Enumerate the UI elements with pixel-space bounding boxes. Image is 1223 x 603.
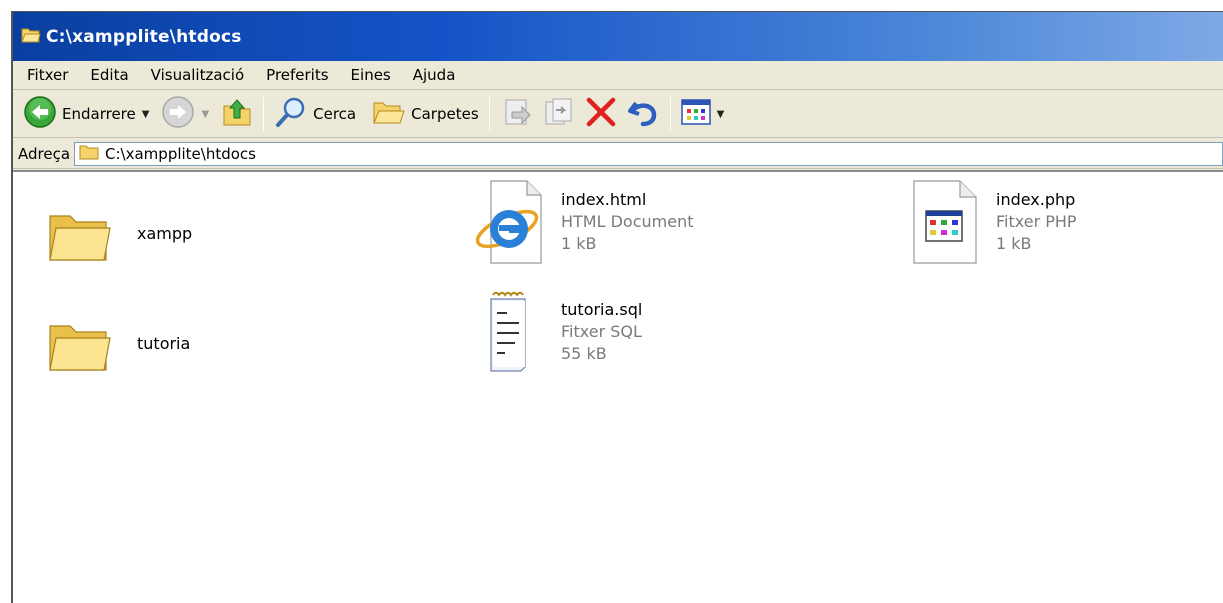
menu-help[interactable]: Ajuda xyxy=(413,66,456,84)
toolbar-separator xyxy=(263,97,265,131)
item-name: xampp xyxy=(137,224,193,243)
up-folder-icon xyxy=(221,96,253,132)
item-size: 1 kB xyxy=(561,234,597,253)
menu-view[interactable]: Visualització xyxy=(151,66,245,84)
item-type: Fitxer PHP xyxy=(996,212,1077,231)
item-name: tutoria xyxy=(137,334,191,353)
title-bar[interactable]: C:\xampplite\htdocs xyxy=(13,12,1223,61)
forward-arrow-icon xyxy=(161,95,195,133)
views-icon xyxy=(680,99,711,129)
forward-dropdown-icon[interactable]: ▼ xyxy=(201,109,209,120)
menu-tools[interactable]: Eines xyxy=(351,66,391,84)
up-folder-button[interactable] xyxy=(217,94,257,134)
list-item[interactable]: xampp xyxy=(39,194,192,274)
copy-to-icon xyxy=(542,96,576,132)
html-document-icon xyxy=(469,180,549,264)
menu-edit[interactable]: Edita xyxy=(90,66,128,84)
window-title: C:\xampplite\htdocs xyxy=(46,26,242,47)
folders-button[interactable]: Carpetes xyxy=(368,94,483,134)
back-button[interactable]: Endarrere ▼ xyxy=(19,94,157,134)
address-label: Adreça xyxy=(18,144,71,163)
undo-button[interactable] xyxy=(622,94,664,134)
search-label: Cerca xyxy=(313,105,357,123)
item-size: 55 kB xyxy=(561,344,607,363)
folders-icon xyxy=(372,97,406,131)
toolbar-separator xyxy=(488,97,490,131)
item-text: tutoria.sql Fitxer SQL 55 kB xyxy=(561,299,642,365)
forward-button[interactable]: ▼ xyxy=(157,94,217,134)
item-text: index.html HTML Document 1 kB xyxy=(561,189,694,255)
folders-label: Carpetes xyxy=(411,105,479,123)
address-value: C:\xampplite\htdocs xyxy=(105,144,256,163)
file-list-pane[interactable]: xampp index.html HTML Document 1 kB inde… xyxy=(13,170,1223,603)
item-text: index.php Fitxer PHP 1 kB xyxy=(996,189,1077,255)
delete-x-icon xyxy=(584,95,618,133)
toolbar-separator xyxy=(669,97,671,131)
item-size: 1 kB xyxy=(996,234,1032,253)
search-button[interactable]: Cerca xyxy=(270,94,360,134)
back-arrow-icon xyxy=(23,95,57,133)
list-item[interactable]: tutoria.sql Fitxer SQL 55 kB xyxy=(469,291,642,372)
item-text: tutoria xyxy=(137,333,190,355)
views-button[interactable]: ▼ xyxy=(677,94,733,134)
item-name: tutoria.sql xyxy=(561,300,643,319)
list-item[interactable]: index.php Fitxer PHP 1 kB xyxy=(904,180,1077,264)
item-type: HTML Document xyxy=(561,212,694,231)
list-item[interactable]: tutoria xyxy=(39,304,190,384)
php-file-icon xyxy=(904,180,984,264)
menu-file[interactable]: Fitxer xyxy=(27,66,68,84)
back-label: Endarrere xyxy=(62,105,136,123)
item-name: index.html xyxy=(561,190,647,209)
search-icon xyxy=(274,95,308,133)
menu-favorites[interactable]: Preferits xyxy=(266,66,328,84)
toolbar: Endarrere ▼ ▼ Cerca Carpetes ▼ xyxy=(13,91,1223,138)
undo-icon xyxy=(626,95,660,133)
copy-to-button[interactable] xyxy=(538,94,580,134)
menu-bar: Fitxer Edita Visualització Preferits Ein… xyxy=(13,61,1223,90)
explorer-window: C:\xampplite\htdocs Fitxer Edita Visuali… xyxy=(11,11,1223,603)
address-bar: Adreça C:\xampplite\htdocs xyxy=(13,139,1223,169)
item-name: index.php xyxy=(996,190,1076,209)
move-to-button[interactable] xyxy=(496,94,538,134)
folder-open-icon xyxy=(21,26,41,48)
move-to-icon xyxy=(500,96,534,132)
folder-icon xyxy=(39,194,119,274)
list-item[interactable]: index.html HTML Document 1 kB xyxy=(469,180,694,264)
folder-icon xyxy=(79,144,99,164)
item-type: Fitxer SQL xyxy=(561,322,642,341)
views-dropdown-icon[interactable]: ▼ xyxy=(717,109,725,120)
back-dropdown-icon[interactable]: ▼ xyxy=(142,109,150,120)
item-text: xampp xyxy=(137,223,192,245)
folder-icon xyxy=(39,304,119,384)
text-notepad-icon xyxy=(469,291,549,372)
delete-button[interactable] xyxy=(580,94,622,134)
address-input[interactable]: C:\xampplite\htdocs xyxy=(74,141,1223,166)
